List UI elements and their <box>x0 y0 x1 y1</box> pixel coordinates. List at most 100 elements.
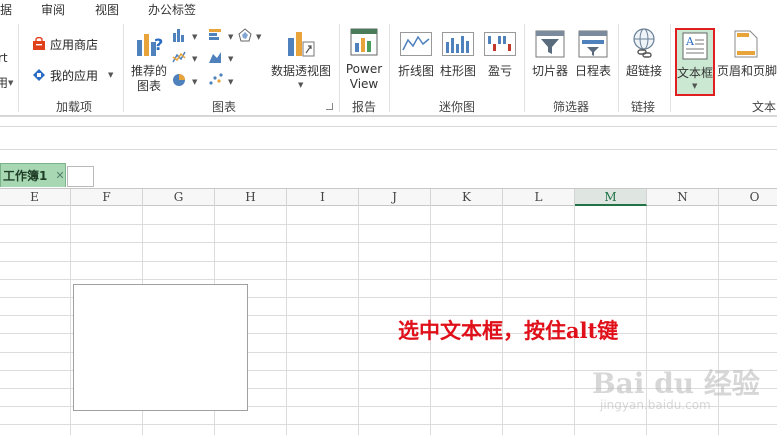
new-tab-button[interactable] <box>67 166 94 187</box>
filters-group-label: 筛选器 <box>553 100 590 114</box>
column-header-n[interactable]: N <box>647 189 719 206</box>
group-separator <box>18 24 19 112</box>
menu-tab-view[interactable]: 视图 <box>95 1 119 18</box>
column-header-f[interactable]: F <box>71 189 143 206</box>
pivot-chart-icon <box>288 32 315 57</box>
sparkline-line-button[interactable]: 折线图 <box>395 26 437 94</box>
recommended-charts-button[interactable]: ? 推荐的 图表 <box>128 26 170 94</box>
workbook-tab[interactable]: 工作簿1 ✕ <box>0 163 66 187</box>
group-separator <box>123 24 124 112</box>
instruction-caption: 选中文本框，按住alt键 <box>398 318 619 343</box>
column-header-row: EFGHIJKLMNO <box>0 188 777 206</box>
menu-bar: 据 审阅 视图 办公标签 <box>0 0 777 18</box>
line-chart-icon[interactable]: ▼ <box>172 50 202 64</box>
dialog-launcher-icon[interactable] <box>326 103 333 110</box>
hyperlink-icon <box>633 28 655 58</box>
dropdown-arrow-icon[interactable]: ▼ <box>8 79 13 87</box>
area-chart-icon[interactable]: ▼ <box>208 50 238 64</box>
sparkline-winloss-icon <box>484 32 516 56</box>
grid-row-line <box>0 261 777 262</box>
menu-tab-data[interactable]: 据 <box>0 1 12 18</box>
group-separator <box>618 24 619 112</box>
column-header-k[interactable]: K <box>431 189 503 206</box>
pie-chart-icon[interactable]: ▼ <box>172 72 202 88</box>
column-chart-icon[interactable]: ▼ <box>172 28 202 42</box>
pivot-chart-button[interactable]: 数据透视图 ▼ <box>268 26 334 94</box>
column-header-h[interactable]: H <box>215 189 287 206</box>
store-icon <box>33 37 45 50</box>
power-view-icon <box>350 28 378 56</box>
my-apps-icon <box>33 69 45 81</box>
column-header-m[interactable]: M <box>575 189 647 206</box>
grid-row-line <box>0 424 777 425</box>
reports-group-label: 报告 <box>352 100 377 114</box>
hyperlink-button[interactable]: 超链接 <box>622 26 666 94</box>
header-footer-button[interactable]: 页眉和页脚 <box>716 26 777 94</box>
timeline-button[interactable]: 日程表 <box>572 26 614 94</box>
baidu-watermark: Bai du 经验 jingyan.baidu.com <box>592 360 760 420</box>
sparkline-winloss-label: 盈亏 <box>487 64 512 78</box>
grid-row-line <box>0 224 777 225</box>
formula-bar[interactable] <box>0 126 777 150</box>
divider <box>0 116 777 117</box>
column-header-l[interactable]: L <box>503 189 575 206</box>
menu-tab-office-tab[interactable]: 办公标签 <box>148 1 196 18</box>
textbox-label: 文本框 <box>677 66 714 80</box>
sparkline-column-label: 柱形图 <box>439 64 476 78</box>
sparkline-line-icon <box>400 32 432 56</box>
textbox-button[interactable]: A 文本框 ▼ <box>675 28 715 96</box>
column-header-e[interactable]: E <box>0 189 71 206</box>
svg-text:?: ? <box>154 35 163 54</box>
dropdown-arrow-icon: ▼ <box>692 82 698 90</box>
my-apps-button[interactable]: 我的应用 ▼ <box>32 66 113 84</box>
dropdown-arrow-icon: ▼ <box>108 71 114 79</box>
scatter-chart-icon[interactable]: ▼ <box>208 72 238 88</box>
ribbon-cut-text: rt <box>0 51 8 65</box>
menu-tab-review[interactable]: 审阅 <box>41 1 65 18</box>
timeline-icon <box>578 30 608 58</box>
grid-row-line <box>0 279 777 280</box>
sparkline-column-button[interactable]: 柱形图 <box>437 26 479 94</box>
watermark-brand: Bai du 经验 <box>592 367 760 400</box>
slicer-icon <box>535 30 565 58</box>
header-footer-icon <box>734 30 758 58</box>
textbox-icon: A <box>682 32 708 60</box>
column-header-o[interactable]: O <box>719 189 777 206</box>
svg-text:▼: ▼ <box>192 33 198 41</box>
header-footer-label: 页眉和页脚 <box>717 64 777 78</box>
power-view-label: Power <box>345 62 383 76</box>
sparkline-winloss-button[interactable]: 盈亏 <box>479 26 521 94</box>
svg-text:▼: ▼ <box>192 78 198 86</box>
my-apps-label: 我的应用 <box>50 68 99 83</box>
column-header-g[interactable]: G <box>143 189 215 206</box>
grid-column-line <box>358 206 359 435</box>
store-button[interactable]: 应用商店 <box>32 35 98 53</box>
sparklines-group-label: 迷你图 <box>439 100 476 114</box>
svg-text:▼: ▼ <box>192 55 198 63</box>
column-header-j[interactable]: J <box>359 189 431 206</box>
hyperlink-label: 超链接 <box>625 64 662 78</box>
slicer-button[interactable]: 切片器 <box>528 26 572 94</box>
text-box-shape[interactable] <box>73 284 248 411</box>
svg-text:▼: ▼ <box>228 33 234 41</box>
radar-chart-icon[interactable]: ▼ <box>238 28 266 42</box>
svg-text:A: A <box>685 35 695 48</box>
addins-group-label: 加载项 <box>56 100 93 114</box>
store-label: 应用商店 <box>50 37 99 52</box>
bar-chart-icon[interactable]: ▼ <box>208 28 238 42</box>
column-header-i[interactable]: I <box>287 189 359 206</box>
links-group-label: 链接 <box>631 100 656 114</box>
slicer-label: 切片器 <box>531 64 568 78</box>
power-view-label-2: View <box>349 77 379 91</box>
watermark-url: jingyan.baidu.com <box>600 398 711 412</box>
close-icon[interactable]: ✕ <box>55 169 64 182</box>
group-separator <box>389 24 390 112</box>
group-separator <box>524 24 525 112</box>
sparkline-column-icon <box>442 32 474 56</box>
grid-column-line <box>286 206 287 435</box>
power-view-button[interactable]: Power View <box>342 26 386 94</box>
group-separator <box>339 24 340 112</box>
grid-row-line <box>0 242 777 243</box>
svg-text:▼: ▼ <box>228 55 234 63</box>
group-separator <box>670 24 671 112</box>
